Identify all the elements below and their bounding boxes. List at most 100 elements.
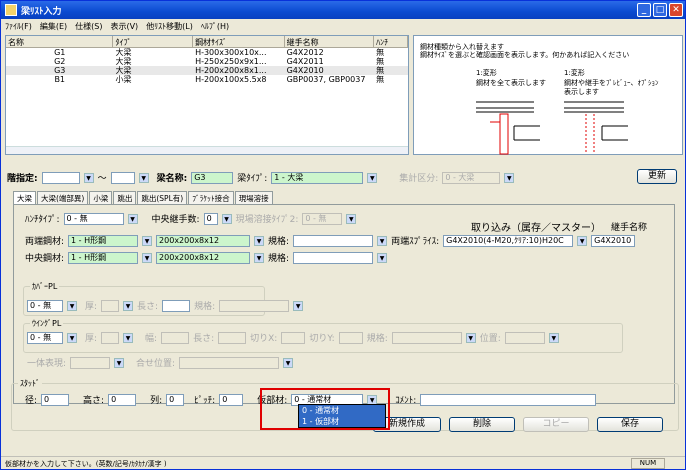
chevron-down-icon[interactable]: ▼: [67, 300, 77, 311]
maximize-button[interactable]: □: [653, 3, 667, 17]
end-splice-select[interactable]: G4X2010(4-M20,ｸﾘｱ:10)H20C: [443, 234, 574, 247]
wing-spec-select[interactable]: [391, 331, 462, 344]
floor-from-select[interactable]: [41, 171, 80, 184]
cover-spec-select[interactable]: [219, 299, 290, 312]
col-haunch[interactable]: ﾊﾝﾁ: [374, 36, 408, 47]
menu-view[interactable]: 表示(V): [106, 19, 142, 34]
table-row[interactable]: B1 小梁 H-200x100x5.5x8 GBP0037, GBP0037 無: [6, 75, 408, 84]
beam-name-input[interactable]: G3: [191, 171, 234, 184]
center-size-select[interactable]: 200x200x8x12: [156, 251, 251, 264]
height-label: 高さ:: [83, 396, 105, 406]
chevron-down-icon[interactable]: ▼: [83, 172, 94, 183]
chevron-down-icon[interactable]: ▼: [114, 357, 125, 368]
pitch-input[interactable]: 0: [219, 393, 244, 406]
chevron-down-icon[interactable]: ▼: [548, 332, 559, 343]
center-steel-select[interactable]: 1 - H形鋼: [68, 251, 139, 264]
align-select[interactable]: [179, 356, 280, 369]
width-input[interactable]: [161, 331, 190, 344]
menu-spec[interactable]: 仕様(S): [71, 19, 106, 34]
chevron-down-icon[interactable]: ▼: [346, 213, 357, 224]
tab-field-weld[interactable]: 現場溶接: [234, 191, 273, 204]
chevron-down-icon[interactable]: ▼: [367, 172, 378, 183]
col-joint[interactable]: 継手名称: [285, 36, 375, 47]
table-row[interactable]: G3 大梁 H-200x200x8x1... G4X2010 無: [6, 66, 408, 75]
grid-header: 名称 ﾀｲﾌﾟ 鋼材ｻｲｽﾞ 継手名称 ﾊﾝﾁ: [6, 36, 408, 48]
menu-edit[interactable]: 編集(E): [36, 19, 71, 34]
comment-input[interactable]: [420, 393, 597, 406]
align-label: 合せ位置:: [136, 359, 176, 369]
end-steel-select[interactable]: 1 - H形鋼: [68, 234, 139, 247]
menu-help[interactable]: ﾍﾙﾌﾟ(H): [197, 19, 233, 34]
chevron-down-icon[interactable]: ▼: [142, 235, 153, 246]
position-label: 位置:: [479, 334, 501, 344]
delete-button[interactable]: 削除: [449, 417, 515, 432]
chevron-down-icon[interactable]: ▼: [377, 235, 388, 246]
wing-thick-select[interactable]: [101, 331, 120, 344]
table-row[interactable]: G1 大梁 H-300x300x10x... G4X2012 無: [6, 48, 408, 57]
import-row: 取り込み（属存／マスター） 継手名称: [471, 219, 647, 234]
weld-type-select[interactable]: 0 - 無: [302, 212, 343, 225]
minimize-button[interactable]: _: [637, 3, 651, 17]
save-button[interactable]: 保存: [597, 417, 663, 432]
col-type[interactable]: ﾀｲﾌﾟ: [113, 36, 194, 47]
chevron-down-icon[interactable]: ▼: [293, 300, 304, 311]
horizontal-scrollbar[interactable]: [6, 146, 408, 154]
chevron-down-icon[interactable]: ▼: [127, 213, 138, 224]
end-spec-select[interactable]: [293, 234, 374, 247]
beam-list-grid[interactable]: 名称 ﾀｲﾌﾟ 鋼材ｻｲｽﾞ 継手名称 ﾊﾝﾁ G1 大梁 H-300x300x10…: [5, 35, 409, 155]
chevron-down-icon[interactable]: ▼: [142, 252, 153, 263]
length-input[interactable]: [162, 299, 191, 312]
end-size-select[interactable]: 200x200x8x12: [156, 234, 251, 247]
beam-type-select[interactable]: 1 - 大梁: [271, 171, 364, 184]
tab-main-beam[interactable]: 大梁: [13, 191, 36, 204]
chevron-down-icon[interactable]: ▼: [254, 252, 265, 263]
col-size[interactable]: 鋼材ｻｲｽﾞ: [193, 36, 285, 47]
chevron-down-icon[interactable]: ▼: [577, 235, 588, 246]
cut-x-input[interactable]: [281, 331, 306, 344]
menu-file[interactable]: ﾌｧｲﾙ(F): [1, 19, 36, 34]
chevron-down-icon[interactable]: ▼: [377, 252, 388, 263]
window-title: 梁ﾘｽﾄ入力: [21, 7, 62, 17]
haunch-select[interactable]: 0 - 無: [63, 212, 124, 225]
center-steel-label: 中央鋼材:: [25, 254, 65, 264]
chevron-down-icon[interactable]: ▼: [67, 332, 77, 343]
aggregate-select[interactable]: 0 - 大梁: [442, 171, 501, 184]
wing-length-input[interactable]: [218, 331, 247, 344]
chevron-down-icon[interactable]: ▼: [504, 172, 515, 183]
chevron-down-icon[interactable]: ▼: [123, 332, 134, 343]
integral-select[interactable]: [70, 356, 111, 369]
chevron-down-icon[interactable]: ▼: [221, 213, 232, 224]
menu-other-list[interactable]: 他ﾘｽﾄ移動(L): [142, 19, 197, 34]
center-spec-select[interactable]: [293, 251, 374, 264]
col-name[interactable]: 名称: [6, 36, 114, 47]
thick-select[interactable]: [101, 299, 120, 312]
chevron-down-icon[interactable]: ▼: [123, 300, 134, 311]
diameter-input[interactable]: 0: [41, 393, 70, 406]
wing-select[interactable]: 0 - 無: [27, 331, 63, 344]
chevron-down-icon[interactable]: ▼: [138, 172, 149, 183]
joint-name-input[interactable]: G4X2010: [591, 234, 636, 247]
chevron-down-icon[interactable]: ▼: [465, 332, 476, 343]
num-lock-indicator: NUM: [631, 458, 665, 469]
tab-main-beam-end[interactable]: 大梁(端部異): [37, 191, 89, 204]
spec-label: 規格:: [366, 334, 388, 344]
position-select[interactable]: [504, 331, 545, 344]
cut-y-input[interactable]: [338, 331, 363, 344]
tab-cantilever[interactable]: 跳出: [113, 191, 137, 204]
cover-select[interactable]: 0 - 無: [27, 299, 63, 312]
floor-to-select[interactable]: [110, 171, 135, 184]
row-input[interactable]: 0: [166, 393, 185, 406]
update-button[interactable]: 更新: [637, 169, 677, 184]
tab-cantilever-spl[interactable]: 跳出(SPL有): [137, 191, 188, 204]
center-joint-select[interactable]: 0: [203, 212, 218, 225]
copy-button[interactable]: コピー: [523, 417, 589, 432]
tab-bracket[interactable]: ﾌﾞﾗｹｯﾄ接合: [188, 191, 234, 204]
chevron-down-icon[interactable]: ▼: [254, 235, 265, 246]
chevron-down-icon[interactable]: ▼: [283, 357, 294, 368]
table-row[interactable]: G2 大梁 H-250x250x9x1... G4X2011 無: [6, 57, 408, 66]
height-input[interactable]: 0: [108, 393, 137, 406]
end-splice-label: 両端ｽﾌﾟﾗｲｽ:: [391, 237, 440, 247]
spec-label: 規格:: [268, 254, 290, 264]
tab-small-beam[interactable]: 小梁: [89, 191, 113, 204]
close-button[interactable]: ✕: [669, 3, 683, 17]
